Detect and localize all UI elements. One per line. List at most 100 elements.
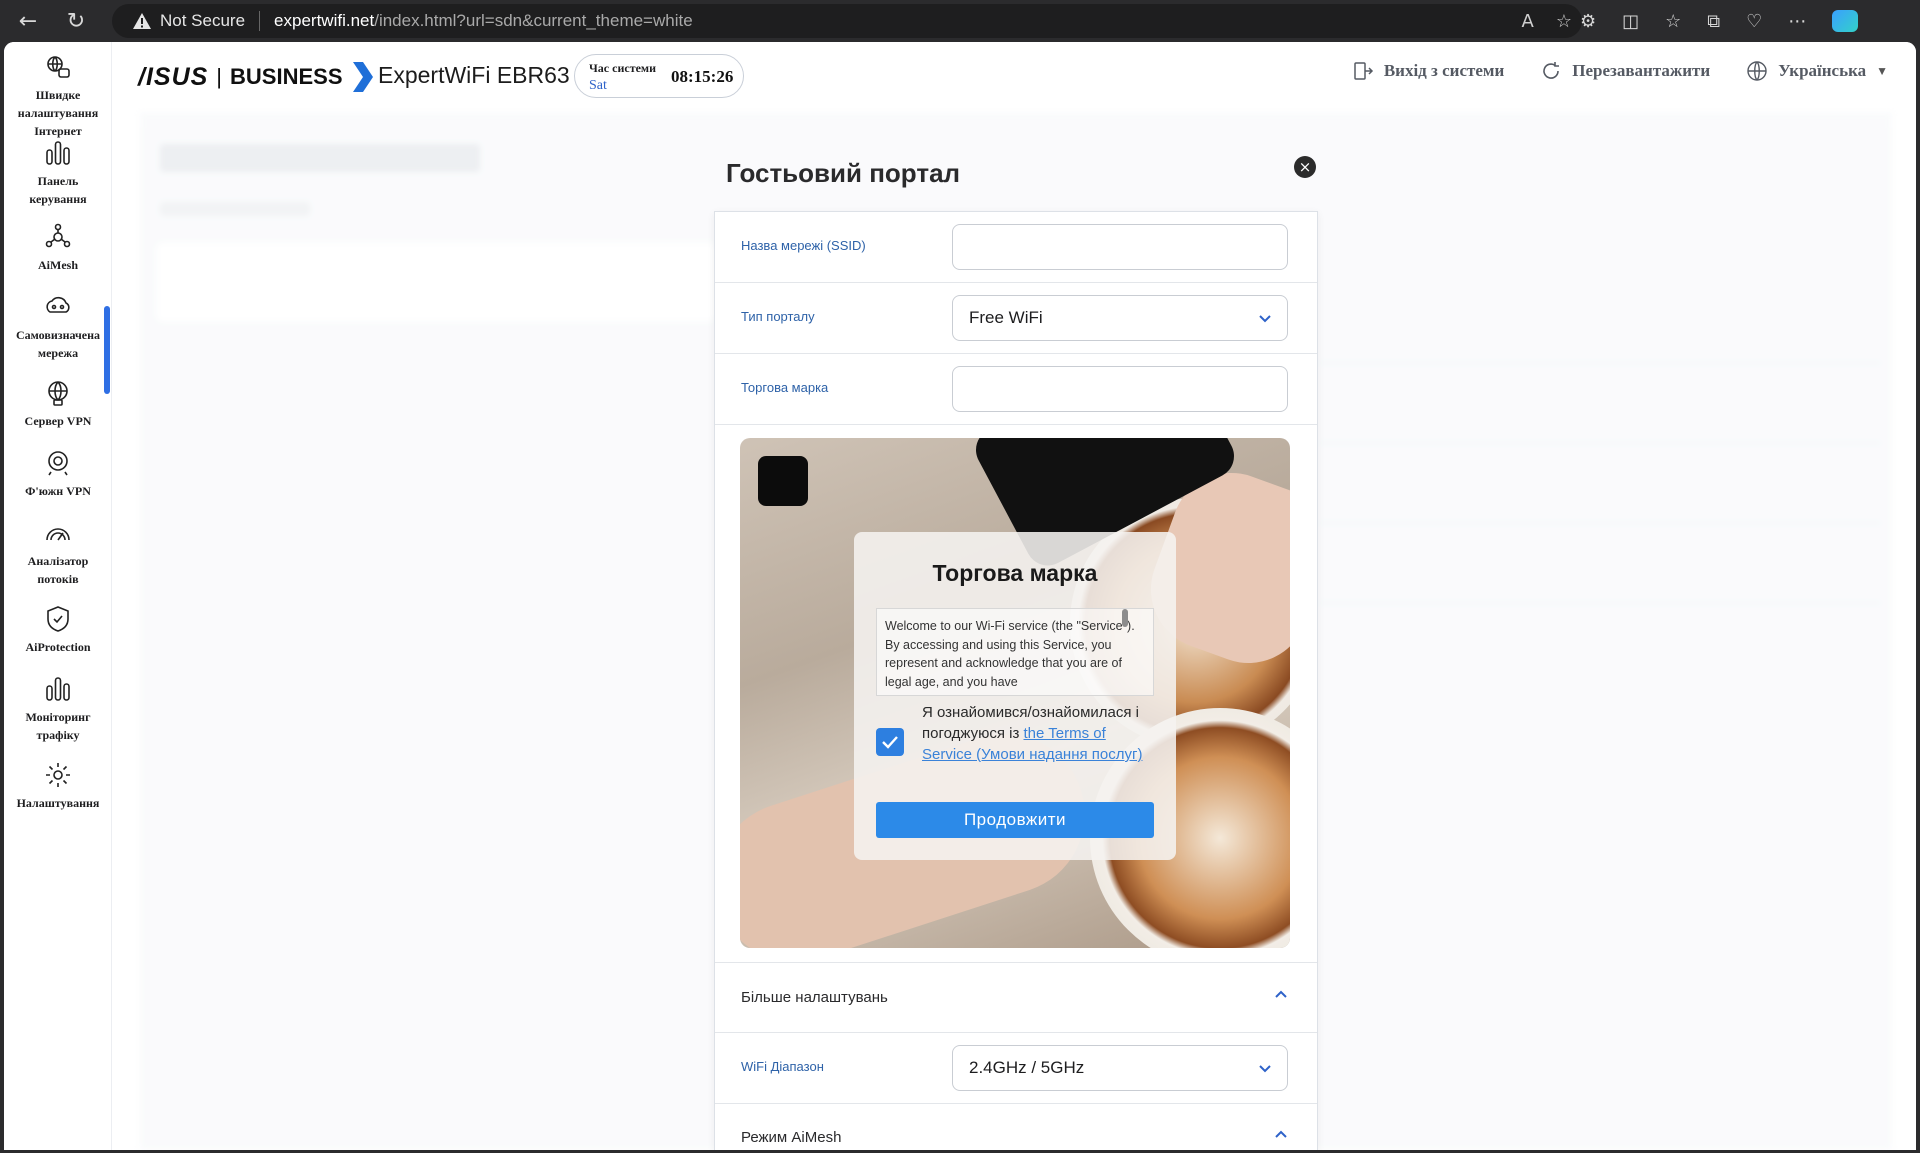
sidebar-item-fusion-vpn[interactable]: Ф'южн VPN — [4, 448, 112, 500]
health-icon[interactable]: ♡ — [1746, 11, 1762, 32]
aimesh-mode-section[interactable]: Режим AiMesh — [715, 1103, 1317, 1150]
sidebar-item-label: Сервер VPN — [24, 414, 92, 428]
business-label: BUSINESS — [230, 64, 343, 89]
portal-type-value: Free WiFi — [969, 308, 1043, 327]
more-settings-section[interactable]: Більше налаштувань — [715, 962, 1317, 1033]
logout-button[interactable]: Вихід з системи — [1352, 60, 1504, 82]
chevron-up-icon — [1275, 1130, 1287, 1138]
portal-preview: Торгова марка Welcome to our Wi-Fi servi… — [740, 438, 1290, 948]
sidebar-item-aiprotection[interactable]: AiProtection — [4, 604, 112, 656]
logout-icon — [1354, 62, 1373, 80]
sidebar-item-vpn-server[interactable]: Сервер VPN — [4, 378, 112, 430]
ssid-row: Назва мережі (SSID) — [715, 212, 1317, 283]
sidebar-item-label: AiMesh — [38, 258, 78, 272]
url-divider — [259, 11, 261, 31]
caret-down-icon: ▼ — [1876, 63, 1888, 78]
chevron-down-icon — [1259, 315, 1271, 323]
warning-icon — [133, 13, 151, 29]
preview-logo-placeholder — [758, 456, 808, 506]
modal-title: Гостьовий портал — [726, 158, 961, 188]
portal-type-select[interactable]: Free WiFi — [952, 295, 1288, 341]
guest-portal-modal: Назва мережі (SSID) Тип порталу Free WiF… — [714, 211, 1318, 1150]
sidebar-item-custom-network[interactable]: Самовизначена мережа — [4, 292, 112, 362]
back-arrow-icon[interactable]: ← — [8, 5, 48, 37]
aimesh-icon — [45, 223, 71, 248]
sidebar-item-traffic-monitor[interactable]: Моніторинг трафіку — [4, 674, 112, 744]
preview-brand-title: Торгова марка — [932, 560, 1098, 586]
terms-textbox[interactable]: Welcome to our Wi-Fi service (the "Servi… — [876, 608, 1154, 696]
clock-day: Sat — [589, 78, 607, 93]
brand-input[interactable] — [952, 366, 1288, 412]
sidebar: Швидке налаштування Інтернет Панель керу… — [4, 42, 112, 1150]
asus-logo: /ISUS — [138, 62, 209, 91]
clock-label: Час системи — [589, 61, 657, 75]
agree-checkbox[interactable] — [876, 728, 904, 756]
portal-type-label: Тип порталу — [741, 309, 815, 324]
system-clock: Час системи Sat 08:15:26 — [574, 54, 744, 98]
more-menu-icon[interactable]: ⋯ — [1788, 11, 1806, 32]
copilot-icon[interactable] — [1832, 10, 1859, 32]
aimesh-mode-label: Режим AiMesh — [741, 1129, 842, 1146]
shield-icon — [47, 606, 69, 632]
address-bar[interactable]: Not Secure expertwifi.net/index.html?url… — [112, 4, 1582, 38]
settings-icon — [46, 763, 70, 787]
device-model: ExpertWiFi EBR63 — [378, 62, 570, 88]
sidebar-item-label: Аналізатор потоків — [27, 554, 89, 586]
agree-text: Я ознайомився/ознайомилася і погоджуюся … — [922, 702, 1158, 765]
router-admin-page: Швидке налаштування Інтернет Панель керу… — [4, 42, 1916, 1150]
wifi-band-select[interactable]: 2.4GHz / 5GHz — [952, 1045, 1288, 1091]
collections-icon[interactable]: ⧉ — [1707, 11, 1720, 32]
reboot-button[interactable]: Перезавантажити — [1540, 60, 1710, 82]
terms-scrollbar[interactable] — [1122, 609, 1128, 627]
more-settings-label: Більше налаштувань — [741, 989, 888, 1006]
language-label: Українська — [1778, 61, 1867, 80]
preview-login-card: Торгова марка Welcome to our Wi-Fi servi… — [854, 532, 1176, 860]
ssid-label: Назва мережі (SSID) — [741, 238, 866, 253]
vpn-server-icon — [48, 381, 68, 406]
sidebar-item-flow-analyzer[interactable]: Аналізатор потоків — [4, 518, 112, 588]
sidebar-item-label: AiProtection — [25, 640, 91, 654]
favorites-icon[interactable]: ☆ — [1665, 11, 1681, 32]
close-icon[interactable]: × — [1294, 156, 1316, 178]
wifi-band-value: 2.4GHz / 5GHz — [969, 1058, 1085, 1077]
custom-network-icon — [46, 296, 70, 313]
traffic-monitor-icon — [46, 677, 70, 701]
chevron-up-icon — [1275, 990, 1287, 998]
brand-logo[interactable]: /ISUS | BUSINESS — [138, 62, 373, 92]
quick-setup-icon — [47, 56, 70, 78]
url-path: /index.html?url=sdn&current_theme=white — [374, 11, 693, 30]
reboot-label: Перезавантажити — [1572, 61, 1711, 80]
sidebar-item-label: Панель керування — [29, 174, 87, 206]
extensions-icon[interactable]: ⚙ — [1580, 11, 1596, 32]
flow-analyzer-icon — [46, 528, 70, 541]
sidebar-item-label: Ф'южн VPN — [25, 484, 91, 498]
portal-type-row: Тип порталу Free WiFi — [715, 283, 1317, 354]
brand-label: Торгова марка — [741, 380, 829, 395]
sidebar-item-quick-setup[interactable]: Швидке налаштування Інтернет — [4, 52, 112, 140]
sidebar-item-settings[interactable]: Налаштування — [4, 760, 112, 812]
sidebar-item-label: Самовизначена мережа — [15, 328, 101, 360]
checkmark-icon — [882, 736, 898, 749]
reboot-icon — [1543, 62, 1560, 79]
sidebar-item-label: Налаштування — [16, 796, 100, 810]
language-selector[interactable]: Українська ▼ — [1746, 60, 1888, 82]
continue-button[interactable]: Продовжити — [876, 802, 1154, 838]
url-domain: expertwifi.net — [274, 11, 375, 30]
wifi-band-label: WiFi Діапазон — [741, 1059, 824, 1074]
logout-label: Вихід з системи — [1383, 61, 1505, 80]
reload-icon[interactable]: ↻ — [56, 5, 96, 37]
browser-toolbar: ← ↻ Not Secure expertwifi.net/index.html… — [0, 0, 1920, 42]
favorite-star-icon[interactable]: ☆ — [1556, 11, 1572, 32]
sidebar-item-dashboard[interactable]: Панель керування — [4, 138, 112, 208]
sidebar-item-label: Швидке налаштування Інтернет — [17, 88, 99, 138]
sidebar-item-aimesh[interactable]: AiMesh — [4, 222, 112, 274]
sidebar-item-label: Моніторинг трафіку — [25, 710, 91, 742]
brand-row: Торгова марка — [715, 354, 1317, 425]
clock-time: 08:15:26 — [671, 67, 734, 86]
ssid-input[interactable] — [952, 224, 1288, 270]
security-label: Not Secure — [160, 11, 246, 30]
chevron-right-icon — [352, 62, 373, 92]
wifi-band-row: WiFi Діапазон 2.4GHz / 5GHz — [715, 1033, 1317, 1104]
read-aloud-icon[interactable]: A — [1522, 11, 1534, 32]
split-screen-icon[interactable]: ◫ — [1622, 11, 1639, 32]
